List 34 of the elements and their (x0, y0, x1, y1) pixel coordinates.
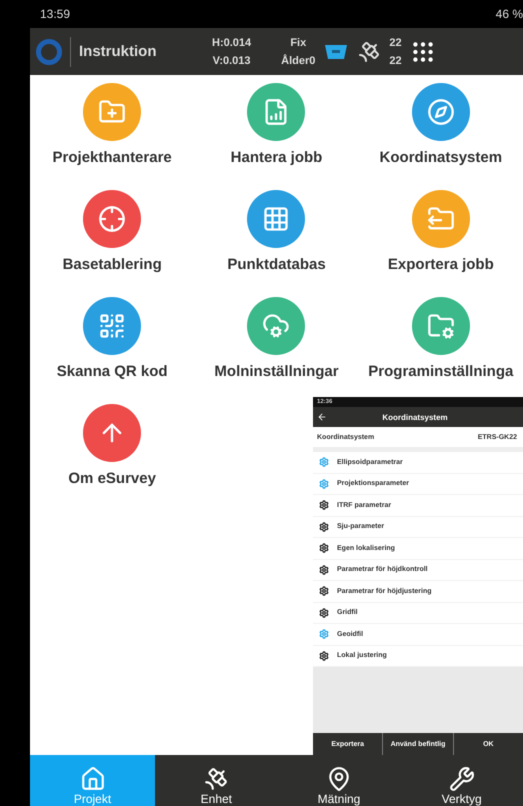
cloud-gear-icon (262, 312, 290, 340)
inset-title: Koordinatsystem (381, 412, 449, 422)
tile-label[interactable]: Molninställningar (214, 363, 339, 380)
status-time: 13:59 (40, 7, 70, 21)
logo-icon (36, 38, 62, 64)
correction-age: Ålder0 (281, 54, 316, 66)
satellites-tracked: 22 (389, 36, 402, 48)
tile-label[interactable]: Projekthanterare (52, 149, 172, 166)
satellites-used: 22 (389, 54, 402, 66)
v-precision: V:0.013 (212, 54, 251, 66)
satellite-icon[interactable] (357, 40, 382, 64)
nav-tab[interactable]: Verktyg (400, 755, 523, 806)
back-icon[interactable] (317, 412, 327, 422)
tile-label[interactable]: Exportera jobb (388, 256, 494, 273)
solution-status: Fix (290, 36, 306, 48)
h-precision: H:0.014 (212, 36, 252, 48)
compass-icon (426, 98, 455, 126)
tile-label[interactable]: Hantera jobb (230, 149, 322, 166)
folder-gear-icon (426, 312, 455, 340)
tile-label[interactable]: Basetablering (62, 256, 162, 273)
tile-label[interactable]: Programinställninga (368, 363, 514, 380)
crosshair-icon (98, 205, 126, 233)
tile-label[interactable]: Skanna QR kod (56, 363, 168, 380)
grid-icon (262, 205, 290, 233)
screen-title: Instruktion (79, 43, 158, 60)
tile-label[interactable]: Punktdatabas (227, 256, 326, 273)
qr-code-icon (98, 312, 126, 340)
tile-label[interactable]: Koordinatsystem (380, 149, 502, 166)
nav-tab[interactable]: Enhet (155, 755, 278, 806)
nav-tab[interactable]: Mätning (278, 755, 400, 806)
battery-level: 46 % (496, 7, 523, 21)
tools-icon (448, 766, 475, 792)
tile-label[interactable]: Om eSurvey (68, 470, 156, 487)
home-icon (80, 766, 106, 792)
